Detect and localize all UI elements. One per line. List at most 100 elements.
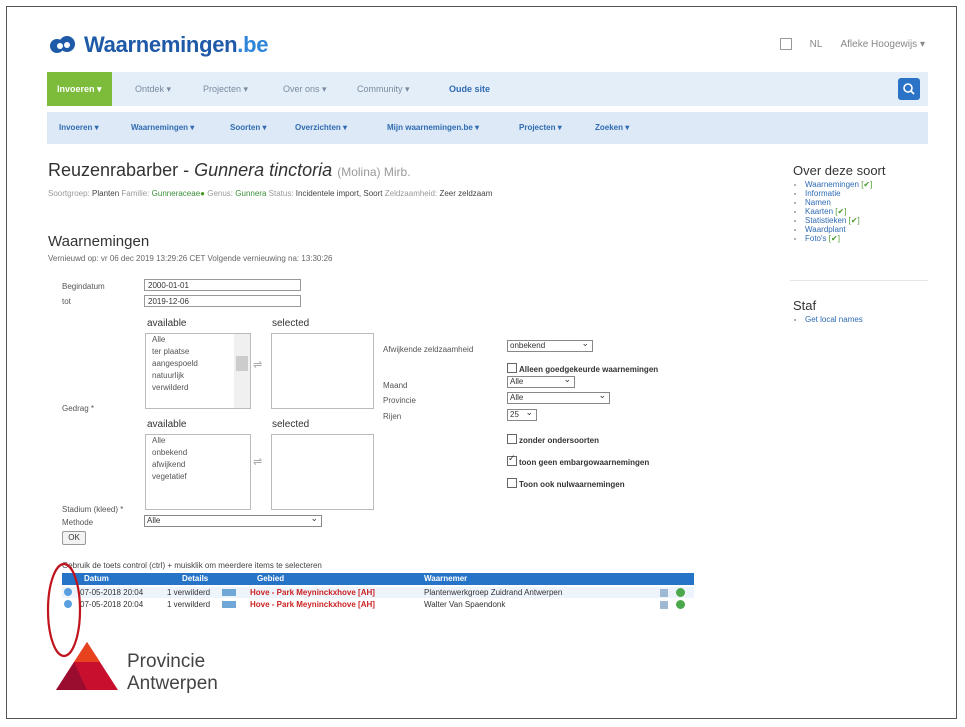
stadium-label: Stadium (kleed) *: [62, 505, 124, 514]
subnav-waarnemingen[interactable]: Waarnemingen ▾: [131, 112, 194, 144]
nav-item-projecten[interactable]: Projecten ▾: [203, 72, 248, 106]
list-item[interactable]: vegetatief: [146, 471, 250, 483]
list-1-scroll-thumb[interactable]: [236, 356, 248, 371]
observer-link[interactable]: Walter Van Spaendonk: [424, 599, 505, 610]
section-title: Waarnemingen: [48, 233, 150, 250]
subnav-zoeken[interactable]: Zoeken ▾: [595, 112, 629, 144]
alleen-goed-checkbox-row[interactable]: Alleen goedgekeurde waarnemingen: [507, 359, 658, 377]
top-right-menu: NL Afleke Hoogewijs ▾: [779, 38, 925, 50]
nav-item-oude-site[interactable]: Oude site: [449, 72, 490, 106]
sidebar-item-waardplant[interactable]: Waardplant: [805, 225, 928, 234]
table-row[interactable]: 07-05-2018 20:04 1 verwilderd Hove - Par…: [62, 587, 694, 598]
methode-label: Methode: [62, 518, 94, 527]
subnav-overzichten[interactable]: Overzichten ▾: [295, 112, 347, 144]
subnav-projecten[interactable]: Projecten ▾: [519, 112, 562, 144]
selected-list-1[interactable]: [271, 333, 374, 409]
species-title-block: Reuzenrabarber - Gunnera tinctoria (Moli…: [48, 160, 411, 181]
table-row[interactable]: 07-05-2018 20:04 1 verwilderd Hove - Par…: [62, 599, 694, 610]
sidebar-item-local-names[interactable]: Get local names: [805, 315, 928, 324]
family-link[interactable]: Gunneraceae: [152, 189, 200, 198]
zonder-checkbox[interactable]: [507, 433, 517, 444]
species-meta: Soortgroep: Planten Familie: Gunneraceae…: [48, 189, 493, 198]
observer-link[interactable]: Plantenwerkgroep Zuidrand Antwerpen: [424, 587, 562, 598]
external-link-icon[interactable]: [779, 38, 792, 50]
user-menu[interactable]: Afleke Hoogewijs ▾: [840, 39, 925, 50]
zonder-checkbox-row[interactable]: zonder ondersoorten: [507, 430, 599, 448]
family-info-icon[interactable]: ●: [200, 189, 205, 198]
selected-label-1: selected: [272, 318, 310, 329]
toon-geen-checkbox[interactable]: ✓: [507, 452, 517, 466]
toon-ook-checkbox[interactable]: [507, 477, 517, 488]
checkmark-icon: ✓: [508, 452, 516, 463]
provincie-select[interactable]: Alle: [507, 390, 610, 404]
available-label-2: available: [147, 419, 187, 430]
approved-icon: [676, 588, 685, 597]
area-link[interactable]: Hove - Park Meyninckxhove [AH]: [250, 587, 375, 598]
search-icon: [903, 83, 915, 95]
sidebar-item-kaarten[interactable]: Kaarten [✔]: [805, 207, 928, 216]
toon-ook-checkbox-row[interactable]: Toon ook nulwaarnemingen: [507, 474, 625, 492]
end-date-input[interactable]: 2019-12-06: [144, 295, 301, 307]
sidebar-item-informatie[interactable]: Informatie: [805, 189, 928, 198]
col-details[interactable]: Details: [182, 573, 208, 585]
nav-item-invoeren[interactable]: Invoeren ▾: [47, 72, 112, 106]
rijen-label: Rijen: [383, 412, 402, 421]
subnav-mijn[interactable]: Mijn waarnemingen.be ▾: [387, 112, 479, 144]
methode-select[interactable]: Alle: [144, 513, 322, 527]
page-title: Reuzenrabarber - Gunnera tinctoria (Moli…: [48, 160, 411, 180]
start-date-label: Begindatum: [62, 282, 105, 291]
sidebar-item-waarnemingen[interactable]: Waarnemingen [✔]: [805, 180, 928, 189]
col-gebied[interactable]: Gebied: [257, 573, 284, 585]
site-logo[interactable]: Waarnemingen.be: [48, 32, 268, 58]
map-icon[interactable]: [222, 589, 236, 596]
area-link[interactable]: Hove - Park Meyninckxhove [AH]: [250, 599, 375, 610]
afwijkende-label: Afwijkende zeldzaamheid: [383, 345, 474, 354]
map-icon[interactable]: [222, 601, 236, 608]
photo-icon[interactable]: [660, 589, 668, 597]
ok-button[interactable]: OK: [62, 531, 86, 545]
provincie-label: Provincie: [383, 396, 416, 405]
list-item[interactable]: onbekend: [146, 447, 250, 459]
provincie-antwerpen-text: Provincie Antwerpen: [127, 651, 218, 694]
sidebar-item-namen[interactable]: Namen: [805, 198, 928, 207]
col-datum[interactable]: Datum: [84, 573, 109, 585]
approved-icon: [676, 600, 685, 609]
photo-icon[interactable]: [660, 601, 668, 609]
language-switch[interactable]: NL: [810, 39, 823, 50]
start-date-input[interactable]: 2000-01-01: [144, 279, 301, 291]
nav-item-community[interactable]: Community ▾: [357, 72, 410, 106]
genus-link[interactable]: Gunnera: [235, 189, 266, 198]
search-button[interactable]: [898, 78, 920, 100]
sidebar-item-fotos[interactable]: Foto's [✔]: [805, 234, 928, 243]
sidebar-about: Over deze soort Waarnemingen [✔] Informa…: [793, 163, 928, 243]
main-nav: Invoeren ▾ Ontdek ▾ Projecten ▾ Over ons…: [47, 72, 928, 106]
provincie-antwerpen-logo-icon: [56, 642, 118, 690]
move-arrow-icon[interactable]: ⇌: [253, 358, 262, 371]
rijen-select[interactable]: 25: [507, 407, 537, 421]
col-waarnemer[interactable]: Waarnemer: [424, 573, 467, 585]
available-list-2[interactable]: Alle onbekend afwijkend vegetatief: [145, 434, 251, 510]
selected-list-2[interactable]: [271, 434, 374, 510]
list-item[interactable]: afwijkend: [146, 459, 250, 471]
gedrag-label: Gedrag *: [62, 404, 95, 413]
selected-label-2: selected: [272, 419, 310, 430]
list-1-scrollbar[interactable]: [234, 334, 250, 408]
subnav-soorten[interactable]: Soorten ▾: [230, 112, 266, 144]
multi-select-hint: Gebruik de toets control (ctrl) + muiskl…: [62, 561, 322, 570]
nav-item-over-ons[interactable]: Over ons ▾: [283, 72, 327, 106]
subnav-invoeren[interactable]: Invoeren ▾: [59, 112, 99, 144]
logo-text: Waarnemingen.be: [84, 32, 269, 57]
alleen-goed-checkbox[interactable]: [507, 362, 517, 373]
refresh-info: Vernieuwd op: vr 06 dec 2019 13:29:26 CE…: [48, 254, 333, 263]
afwijkende-select[interactable]: onbekend: [507, 338, 593, 352]
end-date-label: tot: [62, 297, 71, 306]
list-item[interactable]: Alle: [146, 435, 250, 447]
maand-select[interactable]: Alle: [507, 374, 575, 388]
sidebar-divider: [790, 280, 928, 281]
toon-geen-checkbox-row[interactable]: ✓ toon geen embargowaarnemingen: [507, 452, 649, 470]
nav-item-ontdek[interactable]: Ontdek ▾: [135, 72, 171, 106]
sidebar-item-statistieken[interactable]: Statistieken [✔]: [805, 216, 928, 225]
available-label-1: available: [147, 318, 187, 329]
maand-label: Maand: [383, 381, 408, 390]
move-arrow-icon-2[interactable]: ⇌: [253, 455, 262, 468]
